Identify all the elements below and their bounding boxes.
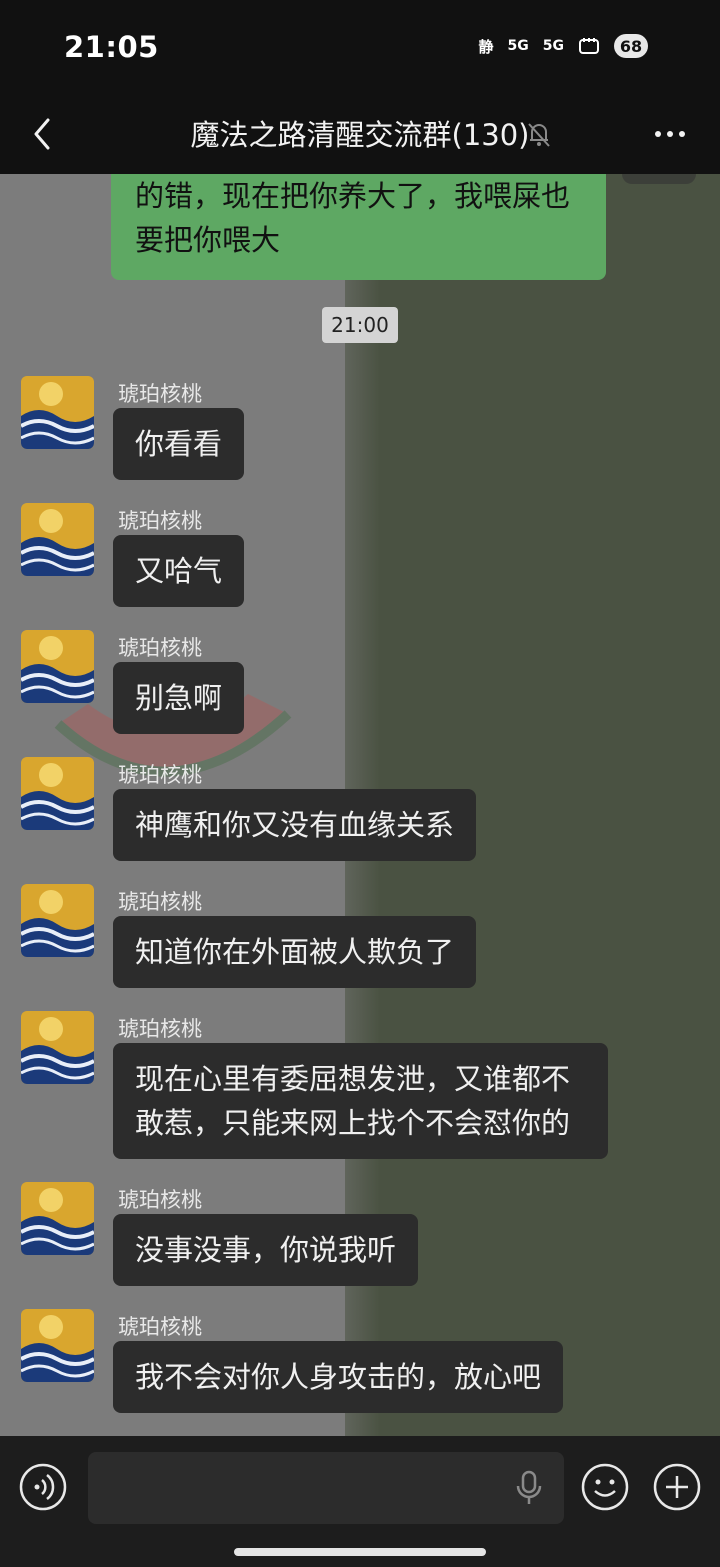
wave-avatar-icon: [21, 757, 94, 830]
sender-name: 琥珀核桃: [118, 1315, 202, 1339]
incoming-message[interactable]: 没事没事，你说我听: [113, 1214, 419, 1286]
message-input[interactable]: [88, 1452, 564, 1524]
outgoing-message[interactable]: 的错，现在把你养大了，我喂屎也要把你喂大: [111, 174, 606, 280]
message-timestamp: 21:00: [322, 307, 398, 343]
incoming-message[interactable]: 神鹰和你又没有血缘关系: [113, 789, 477, 861]
avatar[interactable]: [21, 757, 94, 830]
chat-area[interactable]: 的错，现在把你养大了，我喂屎也要把你喂大 21:00 琥珀核桃 你看看 琥珀核桃…: [0, 174, 720, 1436]
status-icons: 静 5G 5G 68: [479, 34, 648, 58]
silent-indicator: 静: [478, 37, 494, 56]
alarm-icon: [579, 38, 599, 54]
battery-indicator: 68: [614, 34, 648, 58]
wave-avatar-icon: [21, 1182, 94, 1255]
sender-name: 琥珀核桃: [118, 890, 202, 914]
wave-avatar-icon: [21, 630, 94, 703]
bell-muted-icon: [528, 123, 550, 147]
incoming-message[interactable]: 现在心里有委屈想发泄，又谁都不敢惹，只能来网上找个不会怼你的: [113, 1043, 608, 1159]
sender-name: 琥珀核桃: [118, 763, 202, 787]
avatar[interactable]: [21, 630, 94, 703]
more-dots-icon[interactable]: [650, 114, 690, 154]
avatar[interactable]: [21, 1011, 94, 1084]
chat-title[interactable]: 魔法之路清醒交流群(130): [0, 112, 720, 154]
emoji-icon[interactable]: [580, 1462, 630, 1512]
chat-header: 魔法之路清醒交流群(130): [0, 98, 720, 174]
sender-name: 琥珀核桃: [118, 1017, 202, 1041]
voice-icon[interactable]: [18, 1462, 68, 1512]
wave-avatar-icon: [21, 1011, 94, 1084]
avatar[interactable]: [21, 503, 94, 576]
status-time: 21:05: [64, 30, 159, 64]
wave-avatar-icon: [21, 1309, 94, 1382]
wave-avatar-icon: [21, 503, 94, 576]
sender-name: 琥珀核桃: [118, 1188, 202, 1212]
avatar[interactable]: [21, 376, 94, 449]
plus-icon[interactable]: [652, 1462, 702, 1512]
incoming-message[interactable]: 别急啊: [113, 662, 245, 734]
sender-name: 琥珀核桃: [118, 636, 202, 660]
incoming-message[interactable]: 知道你在外面被人欺负了: [113, 916, 477, 988]
incoming-message[interactable]: 又哈气: [113, 535, 245, 607]
incoming-message[interactable]: 你看看: [113, 408, 245, 480]
incoming-message[interactable]: 我不会对你人身攻击的，放心吧: [113, 1341, 564, 1413]
signal-1: 5G: [507, 38, 529, 54]
avatar[interactable]: [21, 1309, 94, 1382]
avatar[interactable]: [21, 1182, 94, 1255]
sender-name: 琥珀核桃: [118, 382, 202, 406]
signal-2: 5G: [542, 38, 564, 54]
avatar[interactable]: [21, 884, 94, 957]
wave-avatar-icon: [21, 884, 94, 957]
home-indicator[interactable]: [234, 1548, 486, 1556]
wave-avatar-icon: [21, 376, 94, 449]
sender-name: 琥珀核桃: [118, 509, 202, 533]
mic-icon[interactable]: [515, 1470, 543, 1506]
status-bar: 21:05 静 5G 5G 68: [0, 0, 720, 98]
